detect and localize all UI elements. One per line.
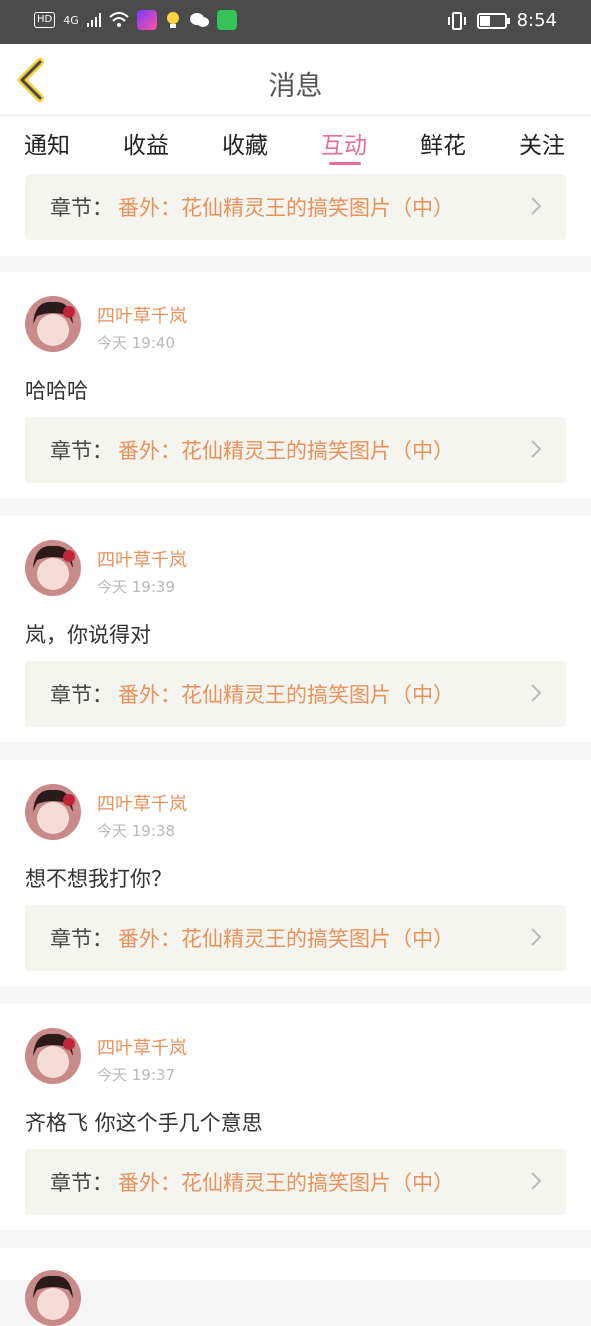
status-left-icons: HD 4G bbox=[34, 10, 237, 30]
chevron-right-icon bbox=[531, 1172, 542, 1190]
network-badge: 4G bbox=[63, 13, 79, 27]
status-bar: HD 4G 8:54 bbox=[0, 0, 591, 44]
tab-favorites[interactable]: 收藏 bbox=[222, 126, 268, 160]
username[interactable]: 四叶草千岚 bbox=[97, 546, 187, 572]
chevron-right-icon bbox=[531, 197, 542, 215]
page-title: 消息 bbox=[268, 71, 323, 102]
chapter-link[interactable]: 章节： 番外：花仙精灵王的搞笑图片（中） bbox=[25, 661, 566, 727]
user-avatar[interactable] bbox=[25, 1270, 81, 1326]
chevron-right-icon bbox=[531, 684, 542, 702]
wechat-icon bbox=[189, 13, 209, 27]
chapter-title: 番外：花仙精灵王的搞笑图片（中） bbox=[118, 683, 454, 707]
chapter-title: 番外：花仙精灵王的搞笑图片（中） bbox=[118, 196, 454, 220]
timestamp: 今天 19:40 bbox=[97, 334, 175, 352]
active-tab-indicator bbox=[329, 162, 361, 165]
timestamp: 今天 19:37 bbox=[97, 1066, 175, 1084]
user-avatar[interactable] bbox=[25, 296, 81, 352]
message-card-partial bbox=[0, 1248, 591, 1326]
app-header: 消息 bbox=[0, 44, 591, 116]
wifi-icon bbox=[109, 12, 129, 27]
app-green-icon bbox=[216, 10, 237, 30]
message-text: 想不想我打你？ bbox=[25, 867, 172, 891]
chapter-label: 章节： bbox=[50, 1171, 113, 1195]
message-text: 岚，你说得对 bbox=[25, 623, 151, 647]
timestamp: 今天 19:38 bbox=[97, 822, 175, 840]
message-text: 齐格飞 你这个手几个意思 bbox=[25, 1111, 263, 1135]
chapter-title: 番外：花仙精灵王的搞笑图片（中） bbox=[118, 439, 454, 463]
vibrate-icon bbox=[447, 11, 466, 30]
chapter-title: 番外：花仙精灵王的搞笑图片（中） bbox=[118, 1171, 454, 1195]
message-card-partial: 章节： 番外：花仙精灵王的搞笑图片（中） bbox=[0, 172, 591, 256]
app-m-icon bbox=[136, 10, 157, 30]
clock: 8:54 bbox=[516, 10, 557, 31]
chapter-link[interactable]: 章节： 番外：花仙精灵王的搞笑图片（中） bbox=[25, 417, 566, 483]
username[interactable]: 四叶草千岚 bbox=[97, 1034, 187, 1060]
tab-earnings[interactable]: 收益 bbox=[123, 126, 169, 160]
chevron-right-icon bbox=[531, 928, 542, 946]
chevron-right-icon bbox=[531, 440, 542, 458]
tab-notice[interactable]: 通知 bbox=[24, 126, 70, 160]
message-card: 四叶草千岚 今天 19:40 哈哈哈 章节： 番外：花仙精灵王的搞笑图片（中） bbox=[0, 272, 591, 498]
chapter-title: 番外：花仙精灵王的搞笑图片（中） bbox=[118, 927, 454, 951]
chapter-link[interactable]: 章节： 番外：花仙精灵王的搞笑图片（中） bbox=[25, 174, 566, 240]
signal-icon bbox=[86, 13, 101, 27]
message-card: 四叶草千岚 今天 19:38 想不想我打你？ 章节： 番外：花仙精灵王的搞笑图片… bbox=[0, 760, 591, 986]
battery-icon bbox=[476, 12, 510, 29]
lightbulb-icon bbox=[166, 12, 179, 28]
message-text: 哈哈哈 bbox=[25, 379, 88, 403]
tab-bar: 通知 收益 收藏 互动 鲜花 关注 bbox=[0, 116, 591, 172]
timestamp: 今天 19:39 bbox=[97, 578, 175, 596]
chapter-link[interactable]: 章节： 番外：花仙精灵王的搞笑图片（中） bbox=[25, 1149, 566, 1215]
username[interactable]: 四叶草千岚 bbox=[97, 790, 187, 816]
chapter-label: 章节： bbox=[50, 196, 113, 220]
message-card: 四叶草千岚 今天 19:39 岚，你说得对 章节： 番外：花仙精灵王的搞笑图片（… bbox=[0, 516, 591, 742]
tab-following[interactable]: 关注 bbox=[519, 126, 565, 160]
user-avatar[interactable] bbox=[25, 784, 81, 840]
chapter-link[interactable]: 章节： 番外：花仙精灵王的搞笑图片（中） bbox=[25, 905, 566, 971]
chapter-label: 章节： bbox=[50, 683, 113, 707]
username[interactable]: 四叶草千岚 bbox=[97, 302, 187, 328]
user-avatar[interactable] bbox=[25, 540, 81, 596]
chapter-label: 章节： bbox=[50, 927, 113, 951]
chapter-label: 章节： bbox=[50, 439, 113, 463]
status-right: 8:54 bbox=[447, 10, 557, 31]
user-avatar[interactable] bbox=[25, 1028, 81, 1084]
hd-badge: HD bbox=[34, 12, 56, 28]
tab-interaction[interactable]: 互动 bbox=[321, 126, 367, 160]
message-card: 四叶草千岚 今天 19:37 齐格飞 你这个手几个意思 章节： 番外：花仙精灵王… bbox=[0, 1004, 591, 1230]
tab-flowers[interactable]: 鲜花 bbox=[420, 126, 466, 160]
